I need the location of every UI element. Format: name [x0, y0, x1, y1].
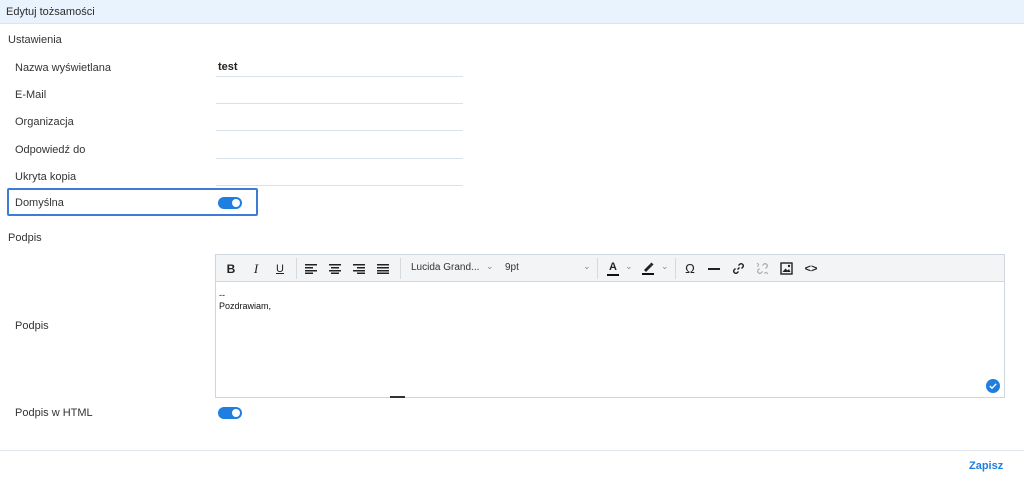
default-label: Domyślna: [15, 197, 64, 209]
bcc-input[interactable]: [216, 166, 463, 186]
html-signature-label: Podpis w HTML: [15, 407, 93, 419]
resize-handle[interactable]: [390, 396, 405, 398]
code-icon[interactable]: <>: [802, 259, 820, 278]
text-color-icon[interactable]: A: [606, 259, 620, 278]
save-button[interactable]: Zapisz: [969, 460, 1003, 472]
email-label: E-Mail: [15, 89, 47, 101]
display-name-input[interactable]: [216, 57, 463, 77]
toolbar-separator: [597, 258, 598, 279]
default-toggle[interactable]: [218, 197, 242, 209]
horizontal-rule-icon[interactable]: [706, 259, 722, 278]
text-color-swatch: [607, 273, 619, 276]
omega-icon[interactable]: Ω: [682, 259, 698, 278]
toolbar-separator: [400, 258, 401, 279]
italic-icon[interactable]: I: [248, 259, 264, 278]
align-right-icon[interactable]: [350, 259, 368, 278]
chevron-down-icon[interactable]: ⌄: [583, 261, 591, 272]
align-left-icon[interactable]: [302, 259, 320, 278]
unlink-icon[interactable]: [754, 259, 770, 278]
editor-toolbar: B I U Lucida Grand... ⌄ 9pt ⌄ A ⌄ ⌄ Ω <>: [216, 255, 1004, 282]
footer-divider: [0, 450, 1024, 451]
underline-icon[interactable]: U: [272, 259, 288, 278]
html-signature-toggle[interactable]: [218, 407, 242, 419]
toggle-knob: [232, 409, 240, 417]
settings-section-label: Ustawienia: [8, 34, 62, 46]
toggle-knob: [232, 199, 240, 207]
font-size-select[interactable]: 9pt: [505, 262, 519, 273]
chevron-down-icon[interactable]: ⌄: [661, 261, 669, 272]
signature-section-label: Podpis: [8, 232, 42, 244]
signature-label: Podpis: [15, 320, 49, 332]
reply-to-input[interactable]: [216, 139, 463, 159]
highlight-swatch: [642, 273, 654, 275]
chevron-down-icon[interactable]: ⌄: [486, 261, 494, 272]
align-justify-icon[interactable]: [374, 259, 392, 278]
align-center-icon[interactable]: [326, 259, 344, 278]
chevron-down-icon[interactable]: ⌄: [625, 261, 633, 272]
display-name-label: Nazwa wyświetlana: [15, 62, 111, 74]
bcc-label: Ukryta kopia: [15, 171, 77, 183]
reply-to-label: Odpowiedź do: [15, 144, 86, 156]
signature-editor[interactable]: B I U Lucida Grand... ⌄ 9pt ⌄ A ⌄ ⌄ Ω <>…: [215, 254, 1005, 398]
content-line: --: [219, 290, 225, 300]
image-icon[interactable]: [778, 259, 794, 278]
check-icon: [986, 379, 1000, 393]
email-input[interactable]: [216, 84, 463, 104]
text-color-glyph: A: [609, 260, 617, 273]
dialog-title: Edytuj tożsamości: [6, 6, 95, 18]
organization-input[interactable]: [216, 111, 463, 131]
editor-content[interactable]: -- Pozdrawiam,: [219, 290, 271, 312]
content-line: Pozdrawiam,: [219, 300, 272, 311]
bold-icon[interactable]: B: [222, 259, 240, 278]
dialog-header: Edytuj tożsamości: [0, 0, 1024, 24]
link-icon[interactable]: [730, 259, 746, 278]
organization-label: Organizacja: [15, 116, 74, 128]
highlight-icon[interactable]: [640, 259, 656, 278]
font-family-select[interactable]: Lucida Grand...: [411, 262, 479, 273]
toolbar-separator: [675, 258, 676, 279]
toolbar-separator: [296, 258, 297, 279]
